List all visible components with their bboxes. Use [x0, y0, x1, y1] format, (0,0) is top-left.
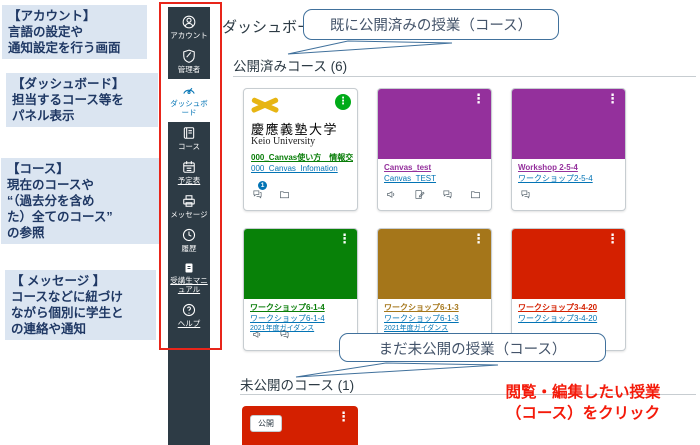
card-menu-button[interactable]: ⋮: [335, 94, 351, 110]
course-link[interactable]: 000_Canvas_Infomation: [251, 164, 353, 175]
unpublished-course-card[interactable]: 公開 ⋮: [242, 406, 358, 445]
click-hint-note: 閲覧・編集したい授業 （コース）をクリック: [468, 382, 698, 424]
announcements-icon[interactable]: [252, 327, 263, 345]
course-card-canvas-test[interactable]: ⋮ Canvas_test Canvas_TEST: [377, 88, 492, 211]
course-link[interactable]: ワークショップ3-4-20: [518, 303, 619, 314]
card-menu-button[interactable]: ⋮: [606, 232, 619, 245]
canvas-dashboard-screenshot: 【アカウント】 言語の設定や 通知設定を行う画面 【ダッシュボード】 担当するコ…: [0, 0, 700, 445]
keio-pen-mark-logo: [250, 94, 280, 117]
course-link[interactable]: ワークショップ6-1-4: [250, 314, 351, 325]
files-icon[interactable]: [279, 187, 290, 205]
unpublished-callout-bubble: まだ未公開の授業（コース）: [339, 333, 606, 362]
annotation-title: 【 メッセージ 】: [11, 273, 150, 289]
course-card-workshop-6-1-4[interactable]: ⋮ ワークショップ6-1-4 ワークショップ6-1-4 2021年度ガイダンス: [243, 228, 358, 351]
card-menu-button[interactable]: ⋮: [337, 410, 350, 423]
sidebar-item-calendar[interactable]: 予定表: [168, 156, 210, 190]
unread-badge: 1: [258, 181, 267, 190]
discussions-icon[interactable]: [520, 187, 531, 205]
course-link[interactable]: 000_Canvas使い方 情報交換: [251, 153, 353, 164]
annotation-body: 担当するコース等を パネル表示: [12, 92, 152, 124]
annotation-body: 言語の設定や 通知設定を行う画面: [8, 24, 141, 56]
sidebar-item-help[interactable]: ヘルプ: [168, 299, 210, 333]
unpublished-courses-header: 未公開のコース (1): [240, 374, 354, 394]
course-link[interactable]: 2021年度ガイダンス: [384, 324, 485, 333]
discussions-icon[interactable]: [279, 327, 290, 345]
sidebar-item-label: コース: [178, 142, 200, 151]
course-link[interactable]: Canvas_test: [384, 163, 485, 174]
calendar-icon: [182, 160, 196, 174]
sidebar-item-courses[interactable]: コース: [168, 122, 210, 156]
course-link[interactable]: Workshop 2-5-4: [518, 163, 619, 174]
annotation-body: 現在のコースや “（過去分を含め た）全てのコース” の参照: [7, 177, 153, 241]
discussions-icon[interactable]: [442, 187, 453, 205]
annotation-account-note: 【アカウント】 言語の設定や 通知設定を行う画面: [2, 5, 147, 59]
course-card-workshop-2-5-4[interactable]: ⋮ Workshop 2-5-4 ワークショップ2-5-4: [511, 88, 626, 211]
annotation-title: 【アカウント】: [8, 8, 141, 24]
course-link[interactable]: ワークショップ3-4-20: [518, 314, 619, 325]
card-menu-button[interactable]: ⋮: [338, 232, 351, 245]
course-card-keio[interactable]: ⋮ 慶應義塾大学 Keio University 000_Canvas使い方 情…: [243, 88, 358, 211]
sidebar-item-label: アカウント: [170, 31, 208, 40]
sidebar-item-label: 受講生マニュアル: [169, 276, 209, 294]
sidebar-item-inbox[interactable]: メッセージ: [168, 190, 210, 224]
click-hint-line: 閲覧・編集したい授業: [468, 382, 698, 403]
card-menu-button[interactable]: ⋮: [472, 232, 485, 245]
files-icon[interactable]: [470, 187, 481, 205]
course-link[interactable]: ワークショップ6-1-3: [384, 303, 485, 314]
course-link[interactable]: ワークショップ6-1-4: [250, 303, 351, 314]
published-courses-header: 公開済みコース (6): [233, 55, 347, 75]
discussions-icon[interactable]: 1: [252, 187, 263, 205]
history-icon: [182, 228, 196, 242]
sidebar-item-account[interactable]: アカウント: [168, 11, 210, 45]
courses-icon: [182, 126, 196, 140]
sidebar-item-label: メッセージ: [170, 210, 207, 219]
annotation-body: コースなどに紐づけ ながら個別に学生と の連絡や通知: [11, 289, 150, 337]
published-callout-bubble: 既に公開済みの授業（コース）: [303, 9, 559, 40]
sidebar-item-label: 履歴: [182, 244, 197, 253]
manual-icon: [183, 262, 195, 274]
global-nav-sidebar: アカウント 管理者 ダッシュボード コース 予定表 メッセージ 履歴 受講生マ: [168, 7, 210, 445]
assignments-icon[interactable]: [414, 187, 425, 205]
sidebar-item-label: 管理者: [178, 65, 201, 74]
publish-button[interactable]: 公開: [250, 415, 282, 432]
help-icon: [182, 303, 196, 317]
card-menu-button[interactable]: ⋮: [472, 92, 485, 105]
announcements-icon[interactable]: [386, 187, 397, 205]
course-link[interactable]: ワークショップ6-1-3: [384, 314, 485, 325]
card-menu-button[interactable]: ⋮: [606, 92, 619, 105]
annotation-messages-note: 【 メッセージ 】 コースなどに紐づけ ながら個別に学生と の連絡や通知: [5, 270, 156, 340]
sidebar-item-label: ヘルプ: [178, 319, 201, 328]
university-name-en: Keio University: [251, 136, 315, 147]
sidebar-item-admin[interactable]: 管理者: [168, 45, 210, 79]
sidebar-item-label: ダッシュボード: [169, 99, 209, 117]
click-hint-line: （コース）をクリック: [468, 403, 698, 424]
sidebar-item-history[interactable]: 履歴: [168, 224, 210, 258]
sidebar-item-label: 予定表: [178, 176, 201, 185]
inbox-icon: [182, 194, 196, 208]
course-link[interactable]: ワークショップ2-5-4: [518, 174, 619, 185]
user-icon: [182, 15, 196, 29]
annotation-dashboard-note: 【ダッシュボード】 担当するコース等を パネル表示: [6, 73, 158, 127]
divider: [233, 76, 696, 77]
annotation-title: 【ダッシュボード】: [12, 76, 152, 92]
sidebar-item-dashboard[interactable]: ダッシュボード: [168, 79, 210, 122]
shield-icon: [182, 49, 196, 63]
annotation-courses-note: 【コース】 現在のコースや “（過去分を含め た）全てのコース” の参照: [1, 158, 159, 244]
dashboard-icon: [182, 83, 196, 97]
annotation-title: 【コース】: [7, 161, 153, 177]
course-link[interactable]: Canvas_TEST: [384, 174, 485, 185]
sidebar-item-student-manual[interactable]: 受講生マニュアル: [168, 258, 210, 299]
